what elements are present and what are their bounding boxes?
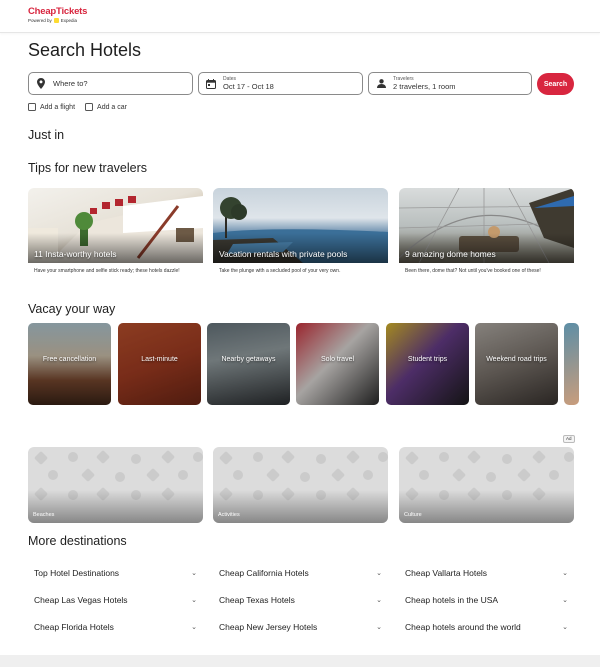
chevron-down-icon: ⌄ — [191, 597, 197, 604]
vacay-heading: Vacay your way — [28, 302, 116, 316]
ad-badge: Ad — [563, 435, 575, 443]
page-title: Search Hotels — [28, 40, 142, 60]
expedia-logo-icon — [53, 18, 59, 23]
category-card-activities[interactable]: Activities — [213, 447, 388, 523]
destination-link[interactable]: Cheap Texas Hotels ⌄ — [213, 590, 388, 610]
powered-by: Powered by Expedia — [28, 17, 600, 24]
dates-field[interactable]: Dates Oct 17 - Oct 18 — [198, 72, 363, 95]
vacay-label: Student trips — [407, 356, 448, 363]
tip-image: 9 amazing dome homes — [399, 188, 574, 263]
tip-card-insta-hotels[interactable]: 11 Insta-worthy hotels Have your smartph… — [28, 188, 203, 275]
chevron-down-icon: ⌄ — [562, 597, 568, 604]
vacay-tile-student-trips[interactable]: Student trips — [386, 323, 469, 405]
destination-label: Cheap Florida Hotels — [34, 622, 114, 632]
destination-link[interactable]: Cheap Las Vegas Hotels ⌄ — [28, 590, 203, 610]
destination-label: Cheap California Hotels — [219, 568, 309, 578]
just-in-heading: Just in — [28, 128, 65, 142]
tile-shade — [386, 323, 469, 405]
category-label: Culture — [404, 512, 422, 518]
tip-description: Take the plunge with a secluded pool of … — [219, 268, 341, 274]
tip-title: 11 Insta-worthy hotels — [34, 249, 117, 259]
destination-input[interactable]: Where to? — [28, 72, 193, 95]
tip-title: 9 amazing dome homes — [405, 249, 496, 259]
vacay-tile-nearby-getaways[interactable]: Nearby getaways — [207, 323, 290, 405]
tip-card-private-pools[interactable]: Vacation rentals with private pools Take… — [213, 188, 388, 275]
person-icon — [375, 78, 387, 90]
travelers-value: 2 travelers, 1 room — [393, 82, 456, 91]
destination-label: Cheap hotels in the USA — [405, 595, 499, 605]
destination-label: Cheap New Jersey Hotels — [219, 622, 318, 632]
footer-bar — [0, 655, 600, 667]
vacay-tile-solo-travel[interactable]: Solo travel — [296, 323, 379, 405]
chevron-down-icon: ⌄ — [191, 624, 197, 631]
destination-link[interactable]: Cheap California Hotels ⌄ — [213, 563, 388, 583]
map-pin-icon — [35, 78, 47, 90]
tips-heading: Tips for new travelers — [28, 161, 148, 175]
vacay-label: Last-minute — [141, 356, 178, 363]
category-card-culture[interactable]: Culture — [399, 447, 574, 523]
more-destinations-heading: More destinations — [28, 534, 127, 548]
destination-label: Cheap Las Vegas Hotels — [34, 595, 128, 605]
tip-image: Vacation rentals with private pools — [213, 188, 388, 263]
category-label: Beaches — [33, 512, 55, 518]
vacay-label: Solo travel — [320, 356, 355, 363]
search-button[interactable]: Search — [537, 73, 574, 95]
tip-card-dome-homes[interactable]: 9 amazing dome homes Been there, dome th… — [399, 188, 574, 275]
category-band — [28, 490, 203, 523]
tip-description: Been there, dome that? Not until you've … — [405, 268, 541, 274]
add-car-label: Add a car — [97, 103, 127, 111]
destination-label: Cheap Texas Hotels — [219, 595, 295, 605]
vacay-tile-weekend-road-trips[interactable]: Weekend road trips — [475, 323, 558, 405]
destination-link[interactable]: Cheap hotels in the USA ⌄ — [399, 590, 574, 610]
tile-shade — [118, 323, 201, 405]
destination-label: Cheap hotels around the world — [405, 622, 521, 632]
add-car-checkbox[interactable]: Add a car — [85, 103, 127, 111]
category-card-beaches[interactable]: Beaches — [28, 447, 203, 523]
checkbox-icon[interactable] — [85, 103, 94, 111]
tip-image: 11 Insta-worthy hotels — [28, 188, 203, 263]
category-band — [399, 490, 574, 523]
travelers-field[interactable]: Travelers 2 travelers, 1 room — [368, 72, 532, 95]
tile-shade — [207, 323, 290, 405]
chevron-down-icon: ⌄ — [376, 624, 382, 631]
partner-name: Expedia — [60, 18, 78, 23]
vacay-label: Weekend road trips — [486, 356, 547, 363]
vacay-tile-last-minute[interactable]: Last-minute — [118, 323, 201, 405]
powered-by-text: Powered by — [28, 18, 52, 23]
tip-title: Vacation rentals with private pools — [219, 249, 348, 259]
chevron-down-icon: ⌄ — [376, 570, 382, 577]
tile-shade — [296, 323, 379, 405]
destination-placeholder: Where to? — [53, 79, 88, 88]
brand-logo[interactable]: CheapTickets — [28, 7, 600, 17]
calendar-icon — [205, 78, 217, 90]
destination-link[interactable]: Cheap Florida Hotels ⌄ — [28, 617, 203, 637]
tip-description: Have your smartphone and selfie stick re… — [34, 268, 180, 274]
tile-shade — [28, 323, 111, 405]
checkbox-icon[interactable] — [28, 103, 36, 111]
destination-label: Top Hotel Destinations — [34, 568, 120, 578]
destination-link[interactable]: Top Hotel Destinations ⌄ — [28, 563, 203, 583]
chevron-down-icon: ⌄ — [562, 570, 568, 577]
vacay-label: Nearby getaways — [221, 356, 276, 363]
category-band — [213, 490, 388, 523]
destination-label: Cheap Vallarta Hotels — [405, 568, 488, 578]
chevron-down-icon: ⌄ — [562, 624, 568, 631]
vacay-tile-free-cancellation[interactable]: Free cancellation — [28, 323, 111, 405]
category-label: Activities — [218, 512, 240, 518]
dates-value: Oct 17 - Oct 18 — [223, 82, 274, 91]
add-flight-label: Add a flight — [40, 103, 76, 111]
chevron-down-icon: ⌄ — [376, 597, 382, 604]
vacay-label: Free cancellation — [42, 356, 97, 363]
destination-link[interactable]: Cheap Vallarta Hotels ⌄ — [399, 563, 574, 583]
destination-link[interactable]: Cheap hotels around the world ⌄ — [399, 617, 574, 637]
add-options: Add a flight Add a car — [28, 103, 127, 111]
vacay-tile-next[interactable] — [564, 323, 579, 405]
add-flight-checkbox[interactable]: Add a flight — [28, 103, 75, 111]
top-bar: CheapTickets Powered by Expedia — [0, 0, 600, 33]
tile-shade — [475, 323, 558, 405]
destination-link[interactable]: Cheap New Jersey Hotels ⌄ — [213, 617, 388, 637]
chevron-down-icon: ⌄ — [191, 570, 197, 577]
